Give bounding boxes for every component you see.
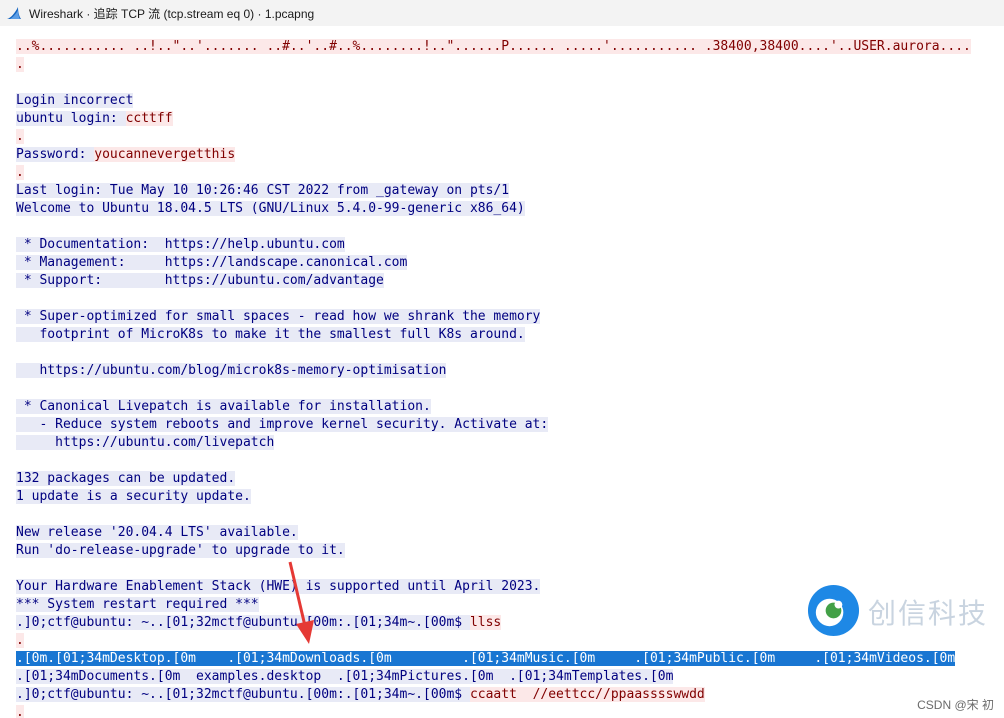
client-text: * Management: https://landscape.canonica… <box>16 255 408 270</box>
stream-line: Run 'do-release-upgrade' to upgrade to i… <box>16 543 345 559</box>
stream-line: - Reduce system reboots and improve kern… <box>16 417 549 433</box>
server-echo-text: llss <box>469 615 502 630</box>
stream-line: . <box>16 57 24 73</box>
csdn-credit: CSDN @宋 初 <box>917 698 994 712</box>
server-text: . <box>16 705 24 718</box>
stream-line: . <box>16 165 24 181</box>
client-text: - Reduce system reboots and improve kern… <box>16 417 549 432</box>
server-echo-text: ccaatt //eettcc//ppaasssswwdd <box>469 687 705 702</box>
server-text: . <box>16 633 24 648</box>
server-echo-text: ccttff <box>125 111 173 126</box>
client-text: * Support: https://ubuntu.com/advantage <box>16 273 384 288</box>
client-text: *** System restart required *** <box>16 597 259 612</box>
stream-line: .[0m.[01;34mDesktop.[0m .[01;34mDownload… <box>16 651 956 667</box>
stream-line: Password: youcannevergetthis <box>16 147 236 163</box>
stream-line: ubuntu login: ccttff <box>16 111 173 127</box>
client-text: Password: <box>16 147 95 162</box>
stream-line: footprint of MicroK8s to make it the sma… <box>16 327 525 343</box>
selected-text: .[0m.[01;34mDesktop.[0m .[01;34mDownload… <box>16 651 956 666</box>
client-text: footprint of MicroK8s to make it the sma… <box>16 327 525 342</box>
client-text: 132 packages can be updated. <box>16 471 236 486</box>
stream-line: * Canonical Livepatch is available for i… <box>16 399 431 415</box>
client-text: Run 'do-release-upgrade' to upgrade to i… <box>16 543 345 558</box>
stream-line: * Documentation: https://help.ubuntu.com <box>16 237 345 253</box>
stream-line: . <box>16 633 24 649</box>
server-text: . <box>16 57 24 72</box>
client-text: Login incorrect <box>16 93 134 108</box>
client-text: https://ubuntu.com/livepatch <box>16 435 275 450</box>
stream-line: https://ubuntu.com/livepatch <box>16 435 275 451</box>
client-text: * Documentation: https://help.ubuntu.com <box>16 237 345 252</box>
window-titlebar: Wireshark · 追踪 TCP 流 (tcp.stream eq 0) ·… <box>0 0 1004 26</box>
wireshark-fin-icon <box>7 7 21 19</box>
stream-line: 132 packages can be updated. <box>16 471 236 487</box>
stream-line: .]0;ctf@ubuntu: ~..[01;32mctf@ubuntu.[00… <box>16 687 705 703</box>
stream-line: Welcome to Ubuntu 18.04.5 LTS (GNU/Linux… <box>16 201 525 217</box>
stream-line: .[01;34mDocuments.[0m examples.desktop .… <box>16 669 674 685</box>
stream-line: 1 update is a security update. <box>16 489 251 505</box>
client-text: Last login: Tue May 10 10:26:46 CST 2022… <box>16 183 510 198</box>
stream-line: ..%........... ..!.."..'....... ..#..'..… <box>16 39 971 55</box>
client-text: .]0;ctf@ubuntu: ~..[01;32mctf@ubuntu.[00… <box>16 615 470 630</box>
window-title: Wireshark · 追踪 TCP 流 (tcp.stream eq 0) ·… <box>29 6 315 21</box>
stream-line: . <box>16 129 24 145</box>
stream-line: https://ubuntu.com/blog/microk8s-memory-… <box>16 363 447 379</box>
red-annotation-arrow <box>288 561 314 644</box>
stream-line: * Super-optimized for small spaces - rea… <box>16 309 541 325</box>
server-echo-text: youcannevergetthis <box>94 147 236 162</box>
stream-line: Last login: Tue May 10 10:26:46 CST 2022… <box>16 183 510 199</box>
client-text: https://ubuntu.com/blog/microk8s-memory-… <box>16 363 447 378</box>
client-text: 1 update is a security update. <box>16 489 251 504</box>
watermark-text: 创信科技 <box>868 598 989 629</box>
client-text: * Super-optimized for small spaces - rea… <box>16 309 541 324</box>
server-text: ..%........... ..!.."..'....... ..#..'..… <box>16 39 971 54</box>
stream-line: *** System restart required *** <box>16 597 259 613</box>
stream-line: * Support: https://ubuntu.com/advantage <box>16 273 384 289</box>
server-text: . <box>16 165 24 180</box>
client-text: .]0;ctf@ubuntu: ~..[01;32mctf@ubuntu.[00… <box>16 687 470 702</box>
client-text: New release '20.04.4 LTS' available. <box>16 525 298 540</box>
stream-line: .]0;ctf@ubuntu: ~..[01;32mctf@ubuntu.[00… <box>16 615 502 631</box>
server-text: . <box>16 129 24 144</box>
client-text: ubuntu login: <box>16 111 126 126</box>
stream-line: Login incorrect <box>16 93 134 109</box>
stream-line: * Management: https://landscape.canonica… <box>16 255 408 271</box>
stream-line: . <box>16 705 24 718</box>
client-text: .[01;34mDocuments.[0m examples.desktop .… <box>16 669 674 684</box>
stream-line: New release '20.04.4 LTS' available. <box>16 525 298 541</box>
client-text: Welcome to Ubuntu 18.04.5 LTS (GNU/Linux… <box>16 201 525 216</box>
client-text: * Canonical Livepatch is available for i… <box>16 399 431 414</box>
watermark-logo-icon <box>807 584 860 637</box>
